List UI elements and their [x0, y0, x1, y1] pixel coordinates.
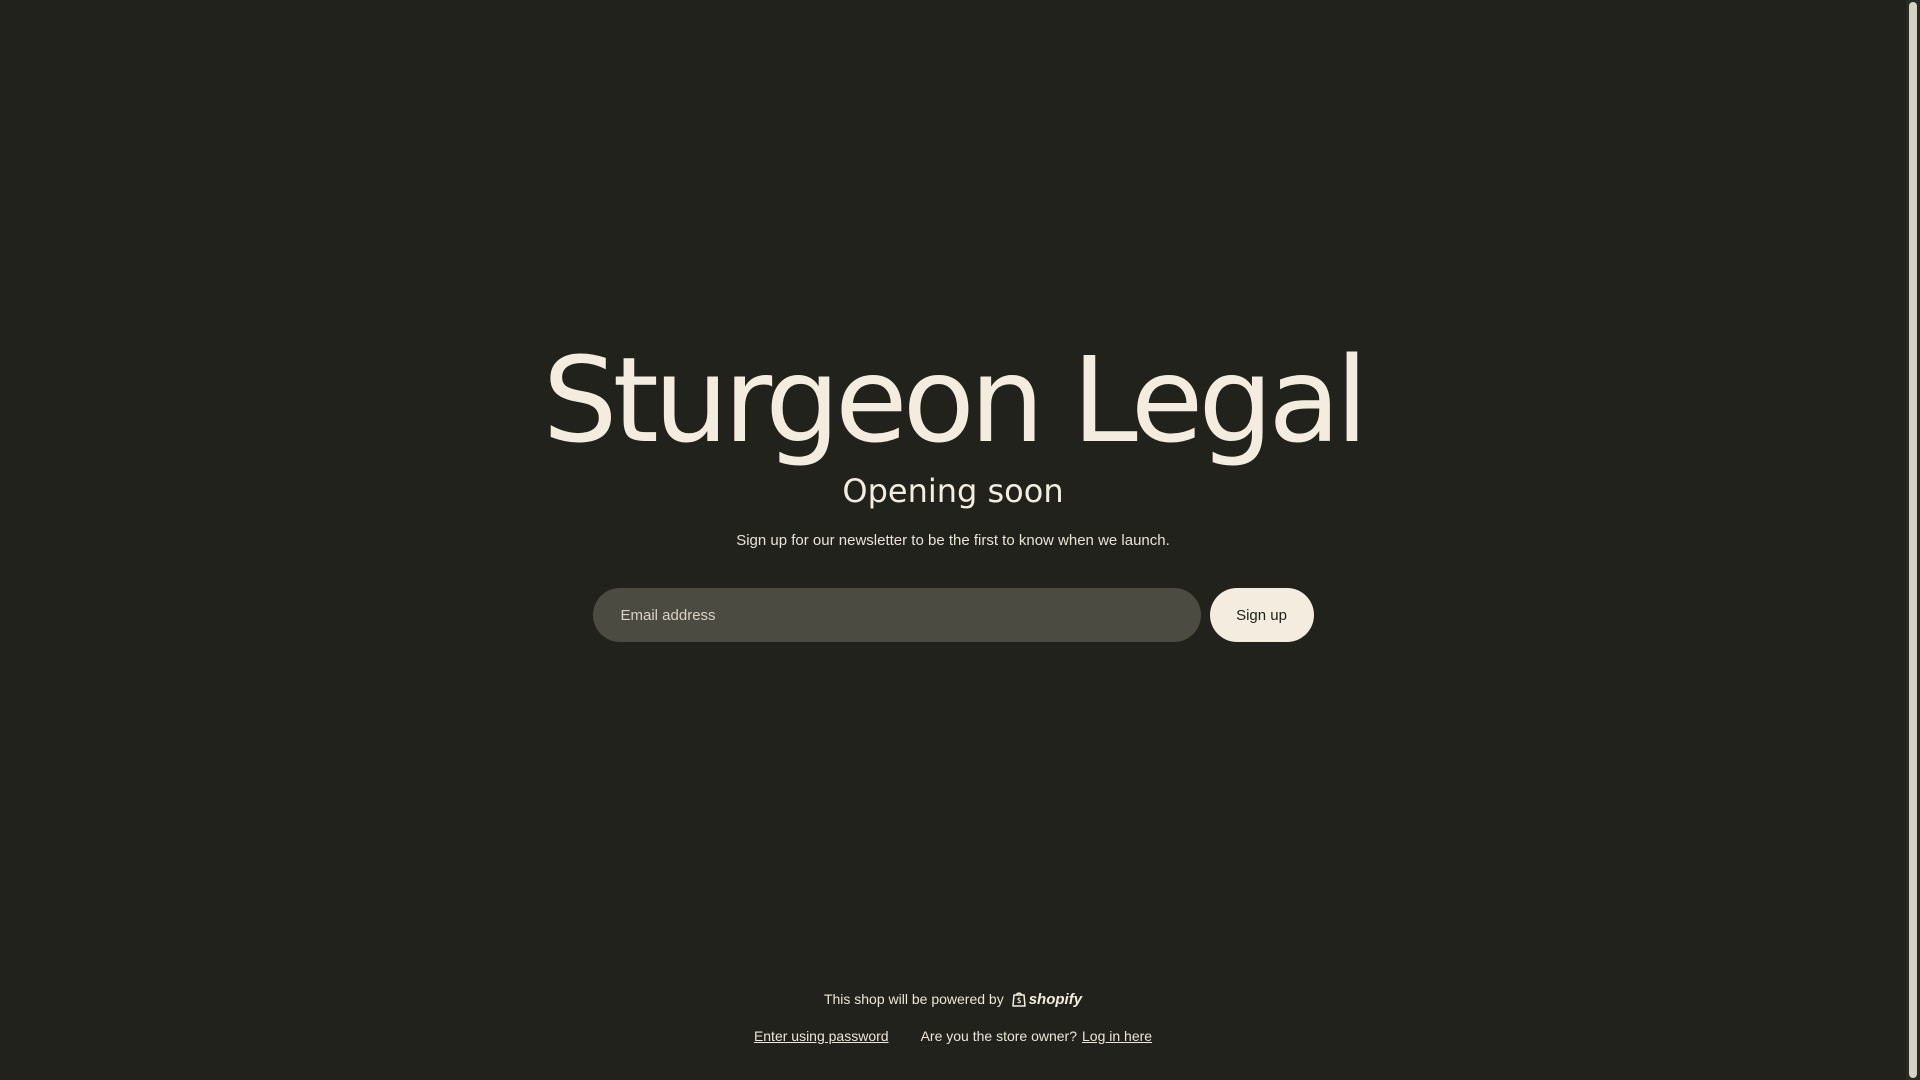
opening-headline: Opening soon: [842, 472, 1064, 510]
hero-section: Sturgeon Legal Opening soon Sign up for …: [0, 335, 1906, 642]
powered-by: This shop will be powered by shopify: [0, 988, 1906, 1010]
footer: This shop will be powered by shopify Ent…: [0, 988, 1906, 1045]
scrollbar-thumb[interactable]: [1909, 2, 1917, 1078]
email-input[interactable]: [592, 588, 1201, 642]
vertical-scrollbar[interactable]: [1906, 0, 1920, 1080]
owner-question: Are you the store owner?: [920, 1028, 1077, 1044]
shopify-logo[interactable]: shopify: [1011, 990, 1083, 1008]
newsletter-description: Sign up for our newsletter to be the fir…: [736, 532, 1170, 549]
footer-links: Enter using password Are you the store o…: [0, 1028, 1906, 1044]
shopify-bag-icon: [1011, 991, 1026, 1007]
sign-up-button[interactable]: Sign up: [1209, 588, 1314, 642]
password-page: Sturgeon Legal Opening soon Sign up for …: [0, 0, 1920, 1080]
enter-password-link[interactable]: Enter using password: [754, 1028, 889, 1044]
login-link[interactable]: Log in here: [1082, 1028, 1152, 1044]
store-title: Sturgeon Legal: [542, 331, 1369, 469]
shopify-wordmark: shopify: [1028, 990, 1083, 1008]
powered-by-text: This shop will be powered by: [823, 991, 1004, 1007]
newsletter-form: Sign up: [0, 588, 1906, 642]
store-owner-login: Are you the store owner? Log in here: [921, 1028, 1152, 1044]
